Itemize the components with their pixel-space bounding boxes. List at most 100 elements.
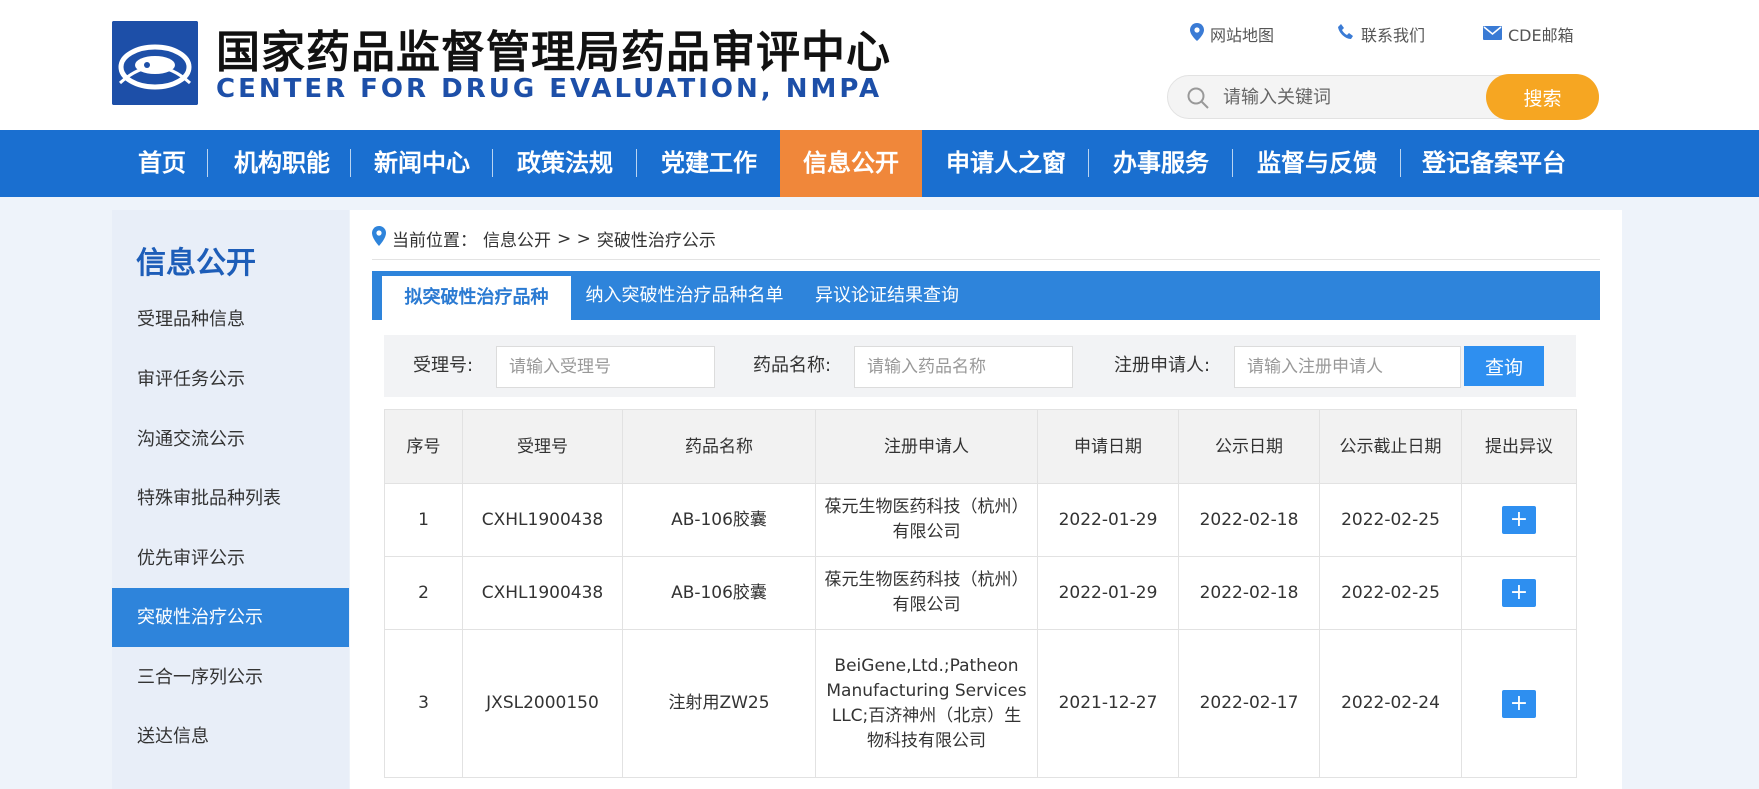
nav-divider xyxy=(1232,149,1233,177)
location-pin-icon xyxy=(1190,23,1204,45)
col-header-deadline: 公示截止日期 xyxy=(1319,409,1462,484)
cell-apply-date: 2022-01-29 xyxy=(1037,483,1179,557)
cell-deadline: 2022-02-25 xyxy=(1319,556,1462,630)
site-map-link[interactable]: 网站地图 xyxy=(1190,22,1274,46)
breadcrumb-link-info[interactable]: 信息公开 xyxy=(483,226,551,251)
nav-item-policy[interactable]: 政策法规 xyxy=(498,130,632,197)
location-pin-icon xyxy=(372,226,386,251)
search-button[interactable]: 搜索 xyxy=(1486,74,1599,120)
sidebar-title: 信息公开 xyxy=(136,246,256,281)
cell-applicant: 葆元生物医药科技（杭州）有限公司 xyxy=(815,556,1038,630)
nav-divider xyxy=(350,149,351,177)
applicant-input[interactable] xyxy=(1234,346,1461,388)
nav-item-news[interactable]: 新闻中心 xyxy=(356,130,488,197)
nav-divider xyxy=(1400,149,1401,177)
main-content: 当前位置： 信息公开 > > 突破性治疗公示 拟突破性治疗品种 纳入突破性治疗品… xyxy=(350,210,1622,789)
site-header: 国家药品监督管理局药品审评中心 CENTER FOR DRUG EVALUATI… xyxy=(0,0,1759,130)
cell-no: 1 xyxy=(384,483,463,557)
sidebar-item-acceptance[interactable]: 受理品种信息 xyxy=(112,290,349,349)
cell-drug-name: AB-106胶囊 xyxy=(622,556,816,630)
table-row: 2 CXHL1900438 AB-106胶囊 葆元生物医药科技（杭州）有限公司 … xyxy=(384,556,1577,630)
tab-included-list[interactable]: 纳入突破性治疗品种名单 xyxy=(582,271,787,320)
raise-objection-button[interactable]: + xyxy=(1502,506,1536,534)
cell-pub-date: 2022-02-18 xyxy=(1178,483,1320,557)
contact-us-label: 联系我们 xyxy=(1361,26,1426,45)
sidebar-item-three-in-one[interactable]: 三合一序列公示 xyxy=(112,648,349,707)
cell-objection: + xyxy=(1461,629,1577,778)
nav-item-services[interactable]: 办事服务 xyxy=(1094,130,1228,197)
cell-deadline: 2022-02-24 xyxy=(1319,629,1462,778)
nav-divider xyxy=(207,149,208,177)
cde-mail-label: CDE邮箱 xyxy=(1508,26,1574,45)
cell-no: 2 xyxy=(384,556,463,630)
cell-pub-date: 2022-02-17 xyxy=(1178,629,1320,778)
table-header-row: 序号 受理号 药品名称 注册申请人 申请日期 公示日期 公示截止日期 提出异议 xyxy=(384,409,1577,484)
breakthrough-table: 序号 受理号 药品名称 注册申请人 申请日期 公示日期 公示截止日期 提出异议 … xyxy=(384,409,1577,778)
cell-drug-name: 注射用ZW25 xyxy=(622,629,816,778)
sidebar-item-special-approval[interactable]: 特殊审批品种列表 xyxy=(112,469,349,528)
nav-item-home[interactable]: 首页 xyxy=(116,130,208,197)
site-title-en: CENTER FOR DRUG EVALUATION, NMPA xyxy=(216,74,883,104)
nav-item-party[interactable]: 党建工作 xyxy=(641,130,777,197)
tab-bar: 拟突破性治疗品种 纳入突破性治疗品种名单 异议论证结果查询 xyxy=(372,271,1600,320)
nav-item-info-disclosure[interactable]: 信息公开 xyxy=(780,130,922,197)
nav-item-supervision[interactable]: 监督与反馈 xyxy=(1238,130,1396,197)
sidebar: 信息公开 受理品种信息 审评任务公示 沟通交流公示 特殊审批品种列表 优先审评公… xyxy=(112,210,349,789)
nav-divider xyxy=(636,149,637,177)
tab-proposed-breakthrough[interactable]: 拟突破性治疗品种 xyxy=(382,276,571,320)
cell-accept-no: JXSL2000150 xyxy=(462,629,623,778)
raise-objection-button[interactable]: + xyxy=(1502,689,1536,718)
table-row: 3 JXSL2000150 注射用ZW25 BeiGene,Ltd.;Pathe… xyxy=(384,629,1577,778)
cell-pub-date: 2022-02-18 xyxy=(1178,556,1320,630)
nav-item-applicant[interactable]: 申请人之窗 xyxy=(926,130,1086,197)
col-header-no: 序号 xyxy=(384,409,463,484)
main-nav: 首页 机构职能 新闻中心 政策法规 党建工作 信息公开 申请人之窗 办事服务 监… xyxy=(0,130,1759,197)
search-icon xyxy=(1186,86,1210,114)
cell-drug-name: AB-106胶囊 xyxy=(622,483,816,557)
cell-apply-date: 2021-12-27 xyxy=(1037,629,1179,778)
col-header-objection: 提出异议 xyxy=(1461,409,1577,484)
site-map-label: 网站地图 xyxy=(1210,26,1275,45)
accept-no-input[interactable] xyxy=(496,346,715,388)
cde-mail-link[interactable]: CDE邮箱 xyxy=(1483,22,1574,46)
raise-objection-button[interactable]: + xyxy=(1502,579,1536,607)
cell-no: 3 xyxy=(384,629,463,778)
breadcrumb-current: 突破性治疗公示 xyxy=(596,231,716,251)
sidebar-item-priority-review[interactable]: 优先审评公示 xyxy=(112,529,349,588)
cell-accept-no: CXHL1900438 xyxy=(462,483,623,557)
cell-objection: + xyxy=(1461,556,1577,630)
col-header-applicant: 注册申请人 xyxy=(815,409,1038,484)
sidebar-item-communication[interactable]: 沟通交流公示 xyxy=(112,410,349,469)
cell-applicant: 葆元生物医药科技（杭州）有限公司 xyxy=(815,483,1038,557)
nav-item-registration[interactable]: 登记备案平台 xyxy=(1406,130,1582,197)
breadcrumb-label: 当前位置： xyxy=(392,231,477,251)
cell-apply-date: 2022-01-29 xyxy=(1037,556,1179,630)
col-header-apply-date: 申请日期 xyxy=(1037,409,1179,484)
cell-accept-no: CXHL1900438 xyxy=(462,556,623,630)
accept-no-label: 受理号: xyxy=(413,355,474,376)
cell-deadline: 2022-02-25 xyxy=(1319,483,1462,557)
col-header-accept-no: 受理号 xyxy=(462,409,623,484)
sidebar-item-breakthrough[interactable]: 突破性治疗公示 xyxy=(112,588,349,647)
mail-icon xyxy=(1483,25,1502,44)
top-links: 网站地图 联系我们 CDE邮箱 xyxy=(0,22,1759,46)
nav-divider xyxy=(492,149,493,177)
search-input[interactable] xyxy=(1223,76,1473,118)
tab-objection-results[interactable]: 异议论证结果查询 xyxy=(802,271,972,320)
col-header-pub-date: 公示日期 xyxy=(1178,409,1320,484)
sidebar-item-review-tasks[interactable]: 审评任务公示 xyxy=(112,350,349,409)
col-header-drug-name: 药品名称 xyxy=(622,409,816,484)
cell-applicant: BeiGene,Ltd.;Patheon Manufacturing Servi… xyxy=(815,629,1038,778)
sidebar-item-delivery[interactable]: 送达信息 xyxy=(112,707,349,766)
phone-icon xyxy=(1337,23,1355,45)
drug-name-label: 药品名称: xyxy=(753,355,832,376)
nav-divider xyxy=(1088,149,1089,177)
table-row: 1 CXHL1900438 AB-106胶囊 葆元生物医药科技（杭州）有限公司 … xyxy=(384,483,1577,557)
filter-bar: 受理号: 药品名称: 注册申请人: 查询 xyxy=(384,335,1576,397)
applicant-label: 注册申请人: xyxy=(1114,355,1211,376)
nav-item-functions[interactable]: 机构职能 xyxy=(212,130,352,197)
drug-name-input[interactable] xyxy=(854,346,1073,388)
breadcrumb-separator: > > xyxy=(557,228,591,249)
contact-us-link[interactable]: 联系我们 xyxy=(1337,22,1425,46)
query-button[interactable]: 查询 xyxy=(1464,346,1544,386)
